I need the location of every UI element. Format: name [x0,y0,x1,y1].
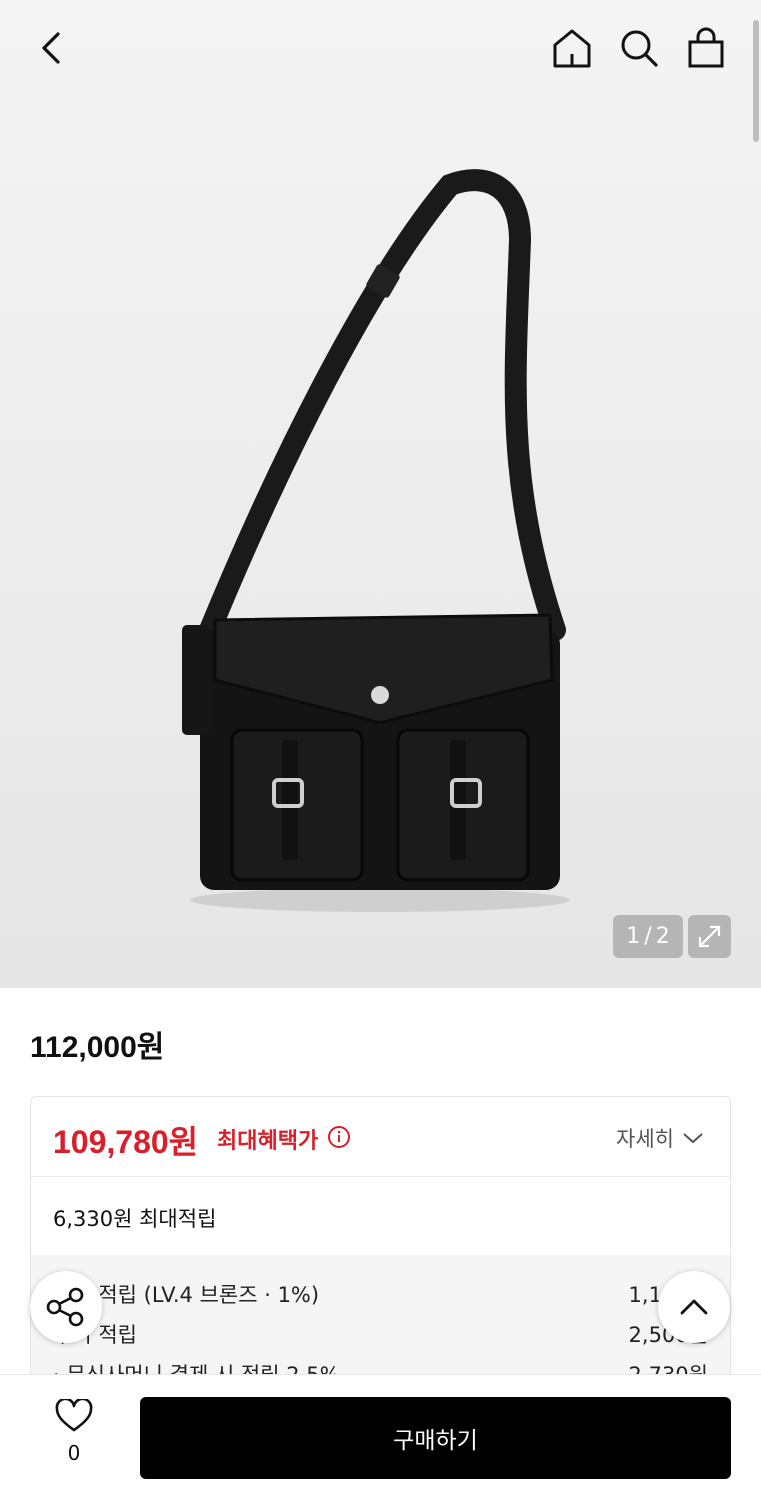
max-benefit-label: 최대혜택가 [217,1129,319,1154]
chevron-up-icon [680,1299,708,1315]
detail-label: 자세히 [616,1127,674,1151]
search-button[interactable] [616,26,662,70]
search-icon [621,30,658,67]
like-count: 0 [67,1441,81,1465]
share-button[interactable] [30,1271,102,1343]
info-icon[interactable] [327,1125,351,1149]
like-button[interactable]: 0 [40,1399,108,1475]
home-button[interactable] [549,26,595,70]
share-icon [46,1287,84,1327]
detail-toggle[interactable]: 자세히 [616,1123,704,1153]
scroll-top-button[interactable] [658,1271,730,1343]
bottom-action-bar: 0 구매하기 [0,1374,761,1500]
product-image-gallery[interactable]: 1 / 2 [0,0,761,988]
cart-button[interactable] [683,26,729,70]
points-line: 등급 적립 (LV.4 브론즈 · 1%) 1,100원 [53,1279,708,1319]
image-counter-current: 1 [626,924,641,949]
heart-icon [55,1399,93,1432]
product-image [182,169,570,912]
sale-price: 109,780원 [53,1124,199,1160]
chevron-down-icon [683,1133,703,1144]
benefit-box: 109,780원 최대혜택가 자세히 6,330원 최대적립 등급 적립 (LV… [30,1096,731,1396]
image-counter-separator: / [644,924,652,949]
buy-button[interactable]: 구매하기 [140,1397,731,1479]
max-benefit-row: 109,780원 최대혜택가 자세히 [31,1097,730,1177]
zoom-button[interactable] [688,915,731,958]
home-icon [553,29,591,68]
image-counter-total: 2 [655,924,670,949]
shopping-bag-icon [688,27,724,68]
original-price: 112,000원 [30,1031,165,1064]
expand-icon [698,925,721,948]
points-line: 후기 적립 2,500원 [53,1319,708,1359]
back-arrow-icon [42,32,60,64]
max-points-row: 6,330원 최대적립 [31,1177,730,1255]
image-counter: 1 / 2 [613,915,683,958]
back-button[interactable] [30,26,74,70]
max-points: 6,330원 최대적립 [53,1207,217,1231]
